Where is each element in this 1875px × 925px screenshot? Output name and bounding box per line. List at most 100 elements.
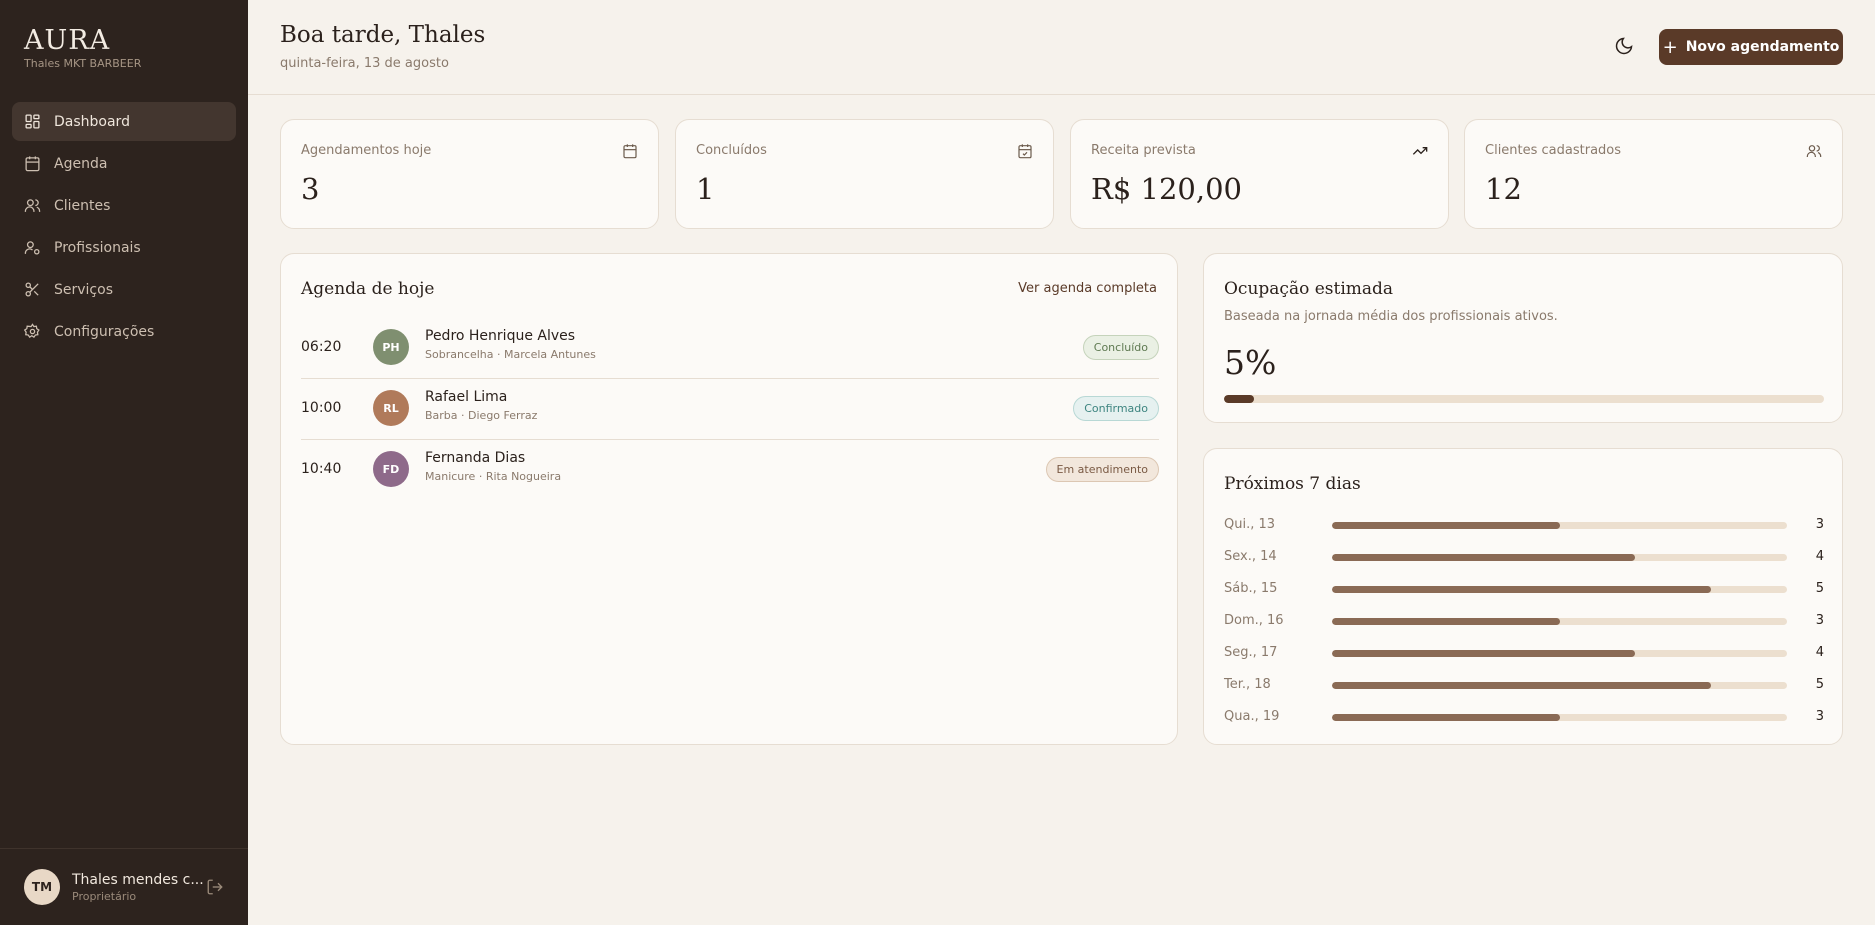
day-bar-fill xyxy=(1332,618,1560,625)
sidebar-item-label: Agenda xyxy=(54,155,108,172)
stat-value: 1 xyxy=(696,172,715,206)
day-bar-track xyxy=(1332,554,1787,561)
sidebar-item-dashboard[interactable]: Dashboard xyxy=(12,102,236,141)
appointment-time: 10:40 xyxy=(301,461,342,477)
day-count: 3 xyxy=(1815,709,1824,724)
sidebar-item-agenda[interactable]: Agenda xyxy=(12,144,236,183)
occupancy-subtitle: Baseada na jornada média dos profissiona… xyxy=(1224,309,1558,324)
day-label: Seg., 17 xyxy=(1224,645,1278,660)
day-bar-track xyxy=(1332,618,1787,625)
stat-value: 3 xyxy=(301,172,320,206)
client-name: Pedro Henrique Alves xyxy=(425,328,576,344)
dashboard-icon xyxy=(24,113,41,130)
client-name: Fernanda Dias xyxy=(425,450,526,466)
stat-card-clients: Clientes cadastrados 12 xyxy=(1464,119,1843,229)
stat-card-appointments: Agendamentos hoje 3 xyxy=(280,119,659,229)
theme-toggle-icon[interactable] xyxy=(1614,36,1634,56)
stat-value: R$ 120,00 xyxy=(1091,172,1242,206)
day-bar-fill xyxy=(1332,650,1636,657)
appointment-row[interactable]: 10:40 FD Fernanda Dias Manicure · Rita N… xyxy=(301,439,1159,500)
day-label: Ter., 18 xyxy=(1224,677,1271,692)
appointment-row[interactable]: 06:20 PH Pedro Henrique Alves Sobrancelh… xyxy=(301,317,1159,378)
day-bar-track xyxy=(1332,522,1787,529)
day-row: Qui., 13 3 xyxy=(1224,515,1824,535)
stat-label: Agendamentos hoje xyxy=(301,143,432,158)
brand-subtitle: Thales MKT BARBEER xyxy=(24,57,142,70)
day-row: Sáb., 15 5 xyxy=(1224,579,1824,599)
users-icon xyxy=(1806,143,1822,159)
stat-label: Concluídos xyxy=(696,143,767,158)
client-name: Rafael Lima xyxy=(425,389,508,405)
sidebar-divider xyxy=(0,848,248,849)
sidebar-item-label: Configurações xyxy=(54,323,155,340)
day-label: Qua., 19 xyxy=(1224,709,1280,724)
occupancy-progress-track xyxy=(1224,395,1824,403)
calendar-icon xyxy=(622,143,638,159)
new-appointment-label: Novo agendamento xyxy=(1685,39,1840,55)
user-role: Proprietário xyxy=(72,889,137,903)
day-label: Qui., 13 xyxy=(1224,517,1276,532)
sidebar-item-servicos[interactable]: Serviços xyxy=(12,270,236,309)
sidebar-nav: Dashboard Agenda Clientes Profissionais … xyxy=(12,102,236,354)
stat-label: Clientes cadastrados xyxy=(1485,143,1622,158)
appointment-detail: Barba · Diego Ferraz xyxy=(425,409,538,422)
appointment-row[interactable]: 10:00 RL Rafael Lima Barba · Diego Ferra… xyxy=(301,378,1159,439)
sidebar-item-label: Clientes xyxy=(54,197,111,214)
full-agenda-link[interactable]: Ver agenda completa xyxy=(1018,281,1157,296)
day-count: 3 xyxy=(1815,517,1824,532)
avatar: PH xyxy=(373,329,409,365)
day-row: Ter., 18 5 xyxy=(1224,675,1824,695)
users-icon xyxy=(24,197,41,214)
appointment-time: 06:20 xyxy=(301,339,342,355)
page-title: Boa tarde, Thales xyxy=(280,22,486,48)
day-count: 5 xyxy=(1815,581,1824,596)
sidebar-item-label: Dashboard xyxy=(54,113,130,130)
sidebar-item-profissionais[interactable]: Profissionais xyxy=(12,228,236,267)
day-bar-fill xyxy=(1332,554,1636,561)
agenda-title: Agenda de hoje xyxy=(301,279,435,299)
appointment-detail: Manicure · Rita Nogueira xyxy=(425,470,562,483)
avatar: RL xyxy=(373,390,409,426)
sidebar: AURA Thales MKT BARBEER Dashboard Agenda… xyxy=(0,0,248,925)
user-name: Thales mendes c... xyxy=(72,871,204,888)
day-row: Seg., 17 4 xyxy=(1224,643,1824,663)
day-bar-fill xyxy=(1332,522,1560,529)
day-count: 4 xyxy=(1815,549,1824,564)
day-bar-fill xyxy=(1332,586,1712,593)
occupancy-title: Ocupação estimada xyxy=(1224,279,1394,299)
settings-icon xyxy=(24,323,41,340)
occupancy-progress-fill xyxy=(1224,395,1254,403)
sidebar-item-label: Serviços xyxy=(54,281,113,298)
calendar-check-icon xyxy=(1017,143,1033,159)
occupancy-panel: Ocupação estimada Baseada na jornada méd… xyxy=(1203,253,1843,423)
scissors-icon xyxy=(24,281,41,298)
day-row: Sex., 14 4 xyxy=(1224,547,1824,567)
new-appointment-button[interactable]: + Novo agendamento xyxy=(1659,29,1843,65)
day-count: 5 xyxy=(1815,677,1824,692)
page-date: quinta-feira, 13 de agosto xyxy=(280,56,449,71)
sidebar-item-clientes[interactable]: Clientes xyxy=(12,186,236,225)
day-bar-fill xyxy=(1332,714,1560,721)
trending-up-icon xyxy=(1412,143,1428,159)
brand[interactable]: AURA Thales MKT BARBEER xyxy=(24,25,142,71)
day-bar-track xyxy=(1332,650,1787,657)
day-row: Dom., 16 3 xyxy=(1224,611,1824,631)
page-header: Boa tarde, Thales quinta-feira, 13 de ag… xyxy=(248,0,1875,95)
logout-icon[interactable] xyxy=(206,878,224,896)
day-bar-track xyxy=(1332,586,1787,593)
stat-card-completed: Concluídos 1 xyxy=(675,119,1054,229)
day-label: Dom., 16 xyxy=(1224,613,1284,628)
brand-logo: AURA xyxy=(24,25,111,56)
user-profile[interactable]: TM Thales mendes c... Proprietário xyxy=(24,869,204,905)
avatar: FD xyxy=(373,451,409,487)
avatar: TM xyxy=(24,869,60,905)
today-agenda-panel: Agenda de hoje Ver agenda completa 06:20… xyxy=(280,253,1178,745)
stat-card-revenue: Receita prevista R$ 120,00 xyxy=(1070,119,1449,229)
occupancy-value: 5% xyxy=(1224,343,1277,382)
sidebar-item-configuracoes[interactable]: Configurações xyxy=(12,312,236,351)
day-count: 4 xyxy=(1815,645,1824,660)
stat-label: Receita prevista xyxy=(1091,143,1196,158)
stat-value: 12 xyxy=(1485,172,1522,206)
day-bar-track xyxy=(1332,714,1787,721)
status-badge: Confirmado xyxy=(1073,396,1159,421)
